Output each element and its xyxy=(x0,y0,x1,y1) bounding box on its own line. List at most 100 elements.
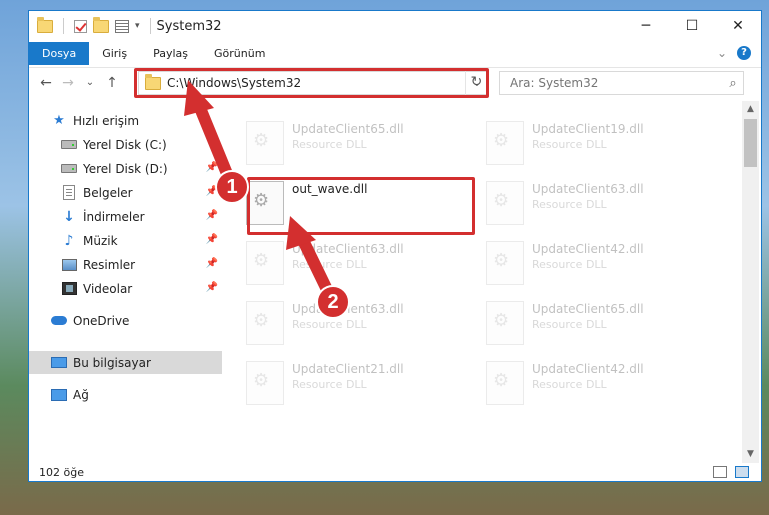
pin-icon[interactable]: 📌 xyxy=(206,162,218,173)
new-folder-icon[interactable] xyxy=(93,16,109,33)
help-icon[interactable]: ? xyxy=(737,46,751,60)
sidebar-item-label: Yerel Disk (C:) xyxy=(83,137,167,152)
file-type: Resource DLL xyxy=(532,258,607,271)
tab-file[interactable]: Dosya xyxy=(29,42,90,65)
file-item[interactable]: UpdateClient21.dll Resource DLL xyxy=(222,357,452,407)
sidebar-item-music[interactable]: ♪ Müzik 📌 xyxy=(29,229,222,252)
sidebar-item-disk-d[interactable]: Yerel Disk (D:) 📌 xyxy=(29,157,222,180)
file-name: UpdateClient65.dll xyxy=(292,122,404,136)
sidebar-item-pictures[interactable]: Resimler 📌 xyxy=(29,253,222,276)
close-button[interactable]: ✕ xyxy=(715,11,761,41)
drive-icon xyxy=(61,162,77,176)
tab-share[interactable]: Paylaş xyxy=(140,42,201,65)
up-button[interactable]: ↑ xyxy=(101,75,123,91)
scroll-up-icon[interactable]: ▲ xyxy=(742,101,759,118)
title-bar: ▾ System32 ─ ☐ ✕ xyxy=(29,11,761,41)
sidebar-item-label: Bu bilgisayar xyxy=(73,355,151,370)
pin-icon[interactable]: 📌 xyxy=(206,210,218,221)
sidebar-item-label: Resimler xyxy=(83,257,136,272)
forward-button[interactable]: → xyxy=(57,75,79,91)
sidebar-item-quick-access[interactable]: ★ Hızlı erişim xyxy=(29,109,222,132)
sidebar-item-label: Hızlı erişim xyxy=(73,113,140,128)
quick-access-toolbar: ▾ xyxy=(37,16,155,34)
tab-home[interactable]: Giriş xyxy=(89,42,140,65)
sidebar-item-this-pc[interactable]: Bu bilgisayar xyxy=(29,351,222,374)
vertical-scrollbar[interactable]: ▲ ▼ xyxy=(742,101,759,463)
search-icon[interactable]: ⌕ xyxy=(723,76,743,91)
navigation-pane: ★ Hızlı erişim Yerel Disk (C:) Yerel Dis… xyxy=(29,101,222,461)
file-explorer-window: ▾ System32 ─ ☐ ✕ Dosya Giriş Paylaş Görü… xyxy=(28,10,762,482)
video-icon xyxy=(61,282,77,296)
sidebar-item-downloads[interactable]: ↓ İndirmeler 📌 xyxy=(29,205,222,228)
tiles-view-icon[interactable] xyxy=(735,466,749,478)
sidebar-item-network[interactable]: Ağ xyxy=(29,383,222,406)
star-icon: ★ xyxy=(53,113,65,128)
ribbon-actions: ⌄ ? xyxy=(717,46,751,60)
sidebar-item-label: Videolar xyxy=(83,281,133,296)
details-view-icon[interactable] xyxy=(713,466,727,478)
status-bar: 102 öğe xyxy=(29,463,761,481)
file-item[interactable]: UpdateClient63.dll Resource DLL xyxy=(462,177,692,227)
file-type: Resource DLL xyxy=(532,318,607,331)
step-marker-1: 1 xyxy=(215,170,249,204)
file-name: UpdateClient42.dll xyxy=(532,242,644,256)
drive-icon xyxy=(61,138,77,152)
sidebar-item-label: Belgeler xyxy=(83,185,133,200)
network-icon xyxy=(51,388,67,402)
sidebar-item-onedrive[interactable]: OneDrive xyxy=(29,309,222,332)
file-item[interactable]: UpdateClient65.dll Resource DLL xyxy=(462,297,692,347)
dll-file-icon xyxy=(486,301,524,345)
file-item[interactable]: UpdateClient65.dll Resource DLL xyxy=(222,117,452,167)
back-button[interactable]: ← xyxy=(35,75,57,91)
file-item[interactable]: UpdateClient19.dll Resource DLL xyxy=(462,117,692,167)
chevron-down-icon[interactable]: ▾ xyxy=(135,21,140,31)
customize-icon[interactable] xyxy=(115,19,129,33)
file-name: UpdateClient42.dll xyxy=(532,362,644,376)
expand-ribbon-icon[interactable]: ⌄ xyxy=(717,46,727,60)
search-box[interactable]: ⌕ xyxy=(499,71,744,95)
file-type: Resource DLL xyxy=(292,318,367,331)
sidebar-item-videos[interactable]: Videolar 📌 xyxy=(29,277,222,300)
scroll-down-icon[interactable]: ▼ xyxy=(742,446,759,463)
minimize-button[interactable]: ─ xyxy=(623,11,669,41)
file-highlight-box xyxy=(247,177,475,235)
dll-file-icon xyxy=(486,361,524,405)
sidebar-item-label: Yerel Disk (D:) xyxy=(83,161,168,176)
sidebar-item-label: Müzik xyxy=(83,233,118,248)
dll-file-icon xyxy=(486,241,524,285)
sidebar-item-disk-c[interactable]: Yerel Disk (C:) xyxy=(29,133,222,156)
pin-icon[interactable]: 📌 xyxy=(206,234,218,245)
recent-locations-button[interactable]: ⌄ xyxy=(79,77,101,88)
download-icon: ↓ xyxy=(63,208,75,225)
file-type: Resource DLL xyxy=(532,198,607,211)
window-title: System32 xyxy=(156,18,222,34)
file-name: UpdateClient65.dll xyxy=(532,302,644,316)
file-item[interactable]: UpdateClient42.dll Resource DLL xyxy=(462,237,692,287)
pin-icon[interactable]: 📌 xyxy=(206,282,218,293)
item-count: 102 öğe xyxy=(39,466,84,479)
tab-view[interactable]: Görünüm xyxy=(201,42,278,65)
pin-icon[interactable]: 📌 xyxy=(206,258,218,269)
dll-file-icon xyxy=(246,121,284,165)
file-item[interactable]: UpdateClient42.dll Resource DLL xyxy=(462,357,692,407)
cloud-icon xyxy=(51,314,67,328)
properties-check-icon[interactable] xyxy=(74,19,87,33)
ribbon-tabs: Dosya Giriş Paylaş Görünüm ⌄ ? xyxy=(29,42,761,65)
file-type: Resource DLL xyxy=(292,378,367,391)
sidebar-item-documents[interactable]: Belgeler 📌 xyxy=(29,181,222,204)
divider xyxy=(63,18,64,34)
pictures-icon xyxy=(61,258,77,272)
maximize-button[interactable]: ☐ xyxy=(669,11,715,41)
scroll-thumb[interactable] xyxy=(744,119,757,167)
file-name: UpdateClient63.dll xyxy=(292,242,404,256)
folder-icon xyxy=(37,16,53,33)
search-input[interactable] xyxy=(510,76,723,90)
file-item[interactable]: UpdateClient63.dll Resource DLL xyxy=(222,237,452,287)
address-highlight-box xyxy=(134,68,489,98)
file-name: UpdateClient19.dll xyxy=(532,122,644,136)
file-type: Resource DLL xyxy=(292,138,367,151)
divider xyxy=(149,18,151,34)
document-icon xyxy=(61,185,77,200)
file-list: UpdateClient65.dll Resource DLL UpdateCli… xyxy=(222,101,742,461)
sidebar-item-label: Ağ xyxy=(73,387,89,402)
